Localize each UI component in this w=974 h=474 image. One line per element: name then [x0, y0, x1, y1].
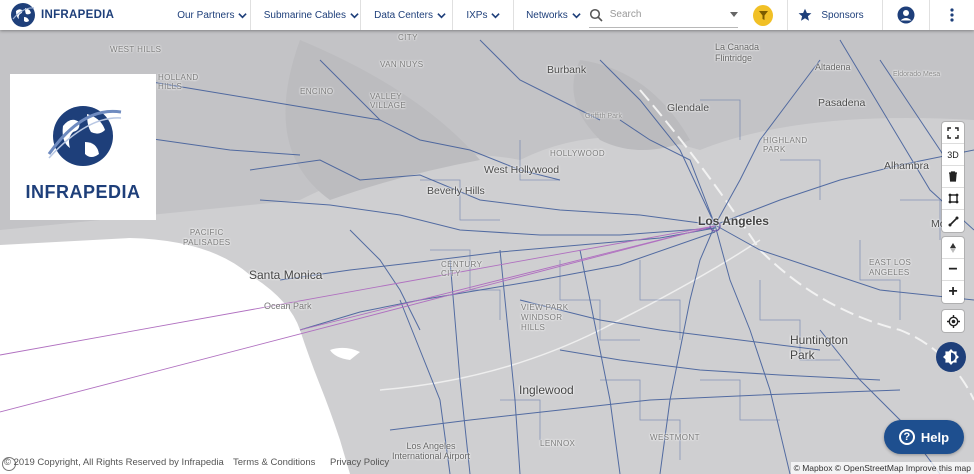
place-label: HOLLAND HILLS [158, 73, 199, 91]
copyright-text: © 2019 Copyright, All Rights Reserved by… [4, 457, 224, 468]
nav-label: IXPs [466, 9, 488, 21]
nav-submarine-cables[interactable]: Submarine Cables [251, 0, 360, 30]
map-style-toggle-button[interactable] [936, 342, 966, 372]
place-label: VIEW PARK WINDSOR HILLS [521, 303, 569, 332]
place-label: Eldorado Mesa [893, 71, 941, 78]
zoom-in-button[interactable]: + [942, 281, 964, 303]
place-label: Los Angeles International Airport [392, 441, 471, 461]
infrapedia-logo-panel: INFRAPEDIA [10, 74, 156, 220]
chevron-down-icon [238, 12, 248, 18]
filter-badge-button[interactable] [753, 4, 774, 26]
place-label: WEST HILLS [110, 45, 162, 54]
nav-our-partners[interactable]: Our Partners [153, 0, 250, 30]
nav-ixps[interactable]: IXPs [453, 0, 513, 30]
place-label: Los Angeles [698, 214, 769, 228]
dropdown-caret-icon[interactable] [729, 12, 738, 17]
fullscreen-icon [947, 126, 959, 139]
place-label: La Canada Flintridge [715, 42, 760, 63]
place-label: HIGHLAND PARK [763, 136, 808, 154]
3d-toggle-button[interactable]: 3D [942, 144, 964, 166]
search-icon [589, 8, 603, 22]
place-label: Huntington Park [790, 333, 849, 362]
place-label: Pasadena [818, 97, 866, 109]
chevron-down-icon [491, 12, 501, 18]
place-label: Burbank [547, 64, 587, 76]
place-label: ENCINO [300, 87, 334, 96]
trash-icon [949, 171, 957, 182]
draw-tools-group: 3D [942, 122, 964, 232]
globe-logo-icon [47, 106, 122, 166]
nav-networks[interactable]: Networks [514, 0, 581, 30]
geolocate-button[interactable] [942, 310, 964, 332]
compass-button[interactable] [942, 237, 964, 259]
place-label: CITY [398, 33, 418, 42]
place-label: WESTMONT [650, 433, 700, 442]
globe-logo-icon [11, 3, 35, 27]
map-attribution[interactable]: © Mapbox © OpenStreetMap Improve this ma… [790, 462, 974, 474]
place-label: VALLEY VILLAGE [370, 92, 407, 110]
line-icon [948, 216, 958, 226]
brightness-icon [943, 349, 959, 365]
zoom-out-button[interactable]: − [942, 259, 964, 281]
compass-icon [950, 242, 956, 253]
place-label: Altadena [815, 62, 851, 72]
polygon-icon [948, 193, 958, 204]
search-field[interactable] [588, 2, 738, 28]
search-input[interactable] [607, 8, 730, 21]
place-label: Inglewood [519, 383, 574, 397]
place-label: Glendale [667, 102, 710, 114]
trash-button[interactable] [942, 166, 964, 188]
place-label: Griffith Park [585, 113, 622, 120]
logo-text: INFRAPEDIA [25, 182, 141, 202]
draw-polygon-button[interactable] [942, 188, 964, 210]
nav-label: Networks [526, 9, 568, 21]
star-icon [798, 8, 812, 21]
draw-line-button[interactable] [942, 210, 964, 232]
nav-label: Data Centers [374, 9, 434, 21]
top-nav-bar: INFRAPEDIA Our Partners Submarine Cables… [0, 0, 974, 30]
brand[interactable]: INFRAPEDIA [0, 0, 153, 30]
chevron-down-icon [350, 12, 359, 18]
place-label: CENTURY CITY [441, 260, 483, 278]
user-account-button[interactable] [883, 6, 929, 24]
place-label: Santa Monica [249, 268, 323, 282]
place-label: West Hollywood [484, 164, 560, 176]
place-label: LENNOX [540, 439, 576, 448]
place-label: EAST LOS ANGELES [869, 258, 912, 277]
sponsors-label: Sponsors [821, 9, 864, 21]
terms-link[interactable]: Terms & Conditions [233, 457, 315, 468]
question-icon: ? [898, 429, 915, 445]
sponsors-link[interactable]: Sponsors [788, 8, 882, 22]
account-circle-icon [897, 6, 915, 24]
place-label: VAN NUYS [380, 60, 424, 69]
filter-icon [758, 10, 768, 20]
place-label: Ocean Park [264, 301, 312, 311]
chevron-down-icon [437, 12, 446, 18]
place-label: HOLLYWOOD [550, 149, 606, 158]
navigation-control-group: − + [942, 237, 964, 303]
place-label: Beverly Hills [427, 185, 485, 197]
nav-data-centers[interactable]: Data Centers [361, 0, 452, 30]
place-label: Alhambra [884, 160, 929, 172]
nav-label: Our Partners [177, 9, 235, 21]
place-label: PACIFIC PALISADES [183, 228, 231, 247]
more-menu-button[interactable] [930, 8, 974, 22]
help-button[interactable]: ? Help [884, 420, 964, 454]
privacy-link[interactable]: Privacy Policy [330, 457, 389, 468]
nav-label: Submarine Cables [263, 9, 346, 21]
crosshair-icon [946, 314, 960, 328]
geolocate-group [942, 310, 964, 332]
fullscreen-button[interactable] [942, 122, 964, 144]
help-label: Help [920, 429, 950, 445]
chevron-down-icon [572, 12, 581, 18]
more-vertical-icon [950, 8, 954, 22]
brand-name: INFRAPEDIA [41, 9, 115, 21]
